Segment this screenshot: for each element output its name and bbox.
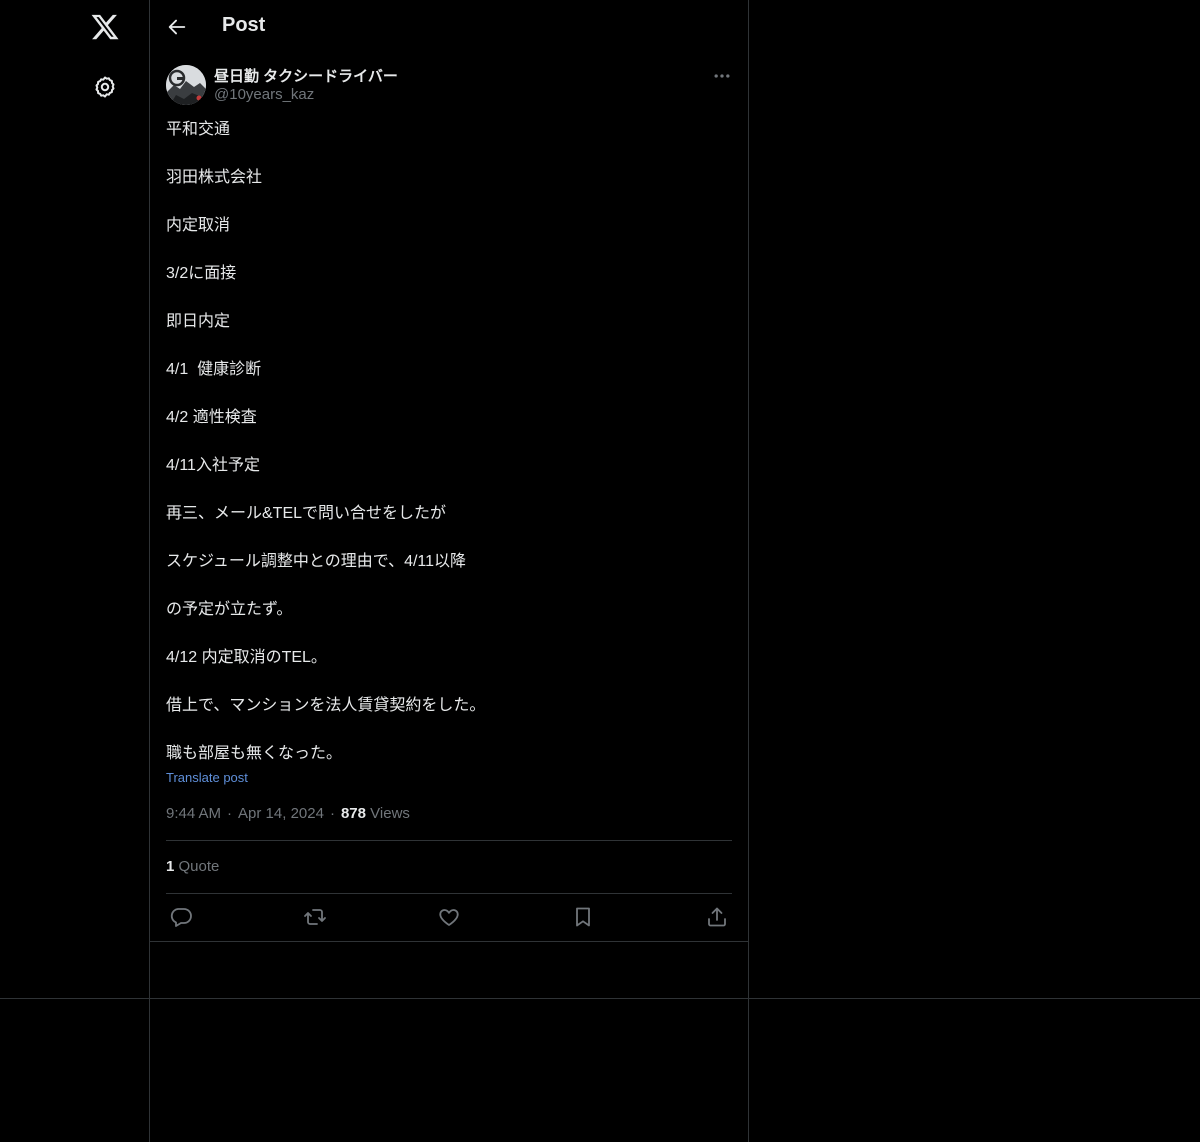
post-date[interactable]: Apr 14, 2024 xyxy=(238,805,324,822)
post-text: 平和交通 羽田株式会社 内定取消 3/2に面接 即日内定 4/1 健康診断 4/… xyxy=(166,118,732,766)
back-arrow-icon[interactable] xyxy=(166,16,188,38)
main-column-divider xyxy=(748,0,749,1142)
post-metadata: 9:44 AM · Apr 14, 2024 · 878 Views xyxy=(166,805,410,822)
post-line: 4/12 内定取消のTEL。 xyxy=(166,649,327,666)
separator-dot: · xyxy=(227,805,233,822)
quotes-count: 1 xyxy=(166,858,175,875)
divider xyxy=(166,840,732,841)
post-line: 羽田株式会社 xyxy=(166,169,263,186)
footer-divider xyxy=(0,998,1200,999)
bookmark-icon[interactable] xyxy=(571,905,595,929)
x-logo-icon[interactable] xyxy=(90,12,120,42)
post-line: 4/2 適性検査 xyxy=(166,409,257,426)
post-line: 4/1 健康診断 xyxy=(166,361,262,378)
quotes-link[interactable]: 1 Quote xyxy=(166,858,219,875)
page-title: Post xyxy=(222,14,266,36)
views-label: Views xyxy=(370,805,410,822)
author-name[interactable]: 昼日勤 タクシードライバー xyxy=(214,65,398,86)
main-bottom-border xyxy=(149,941,749,942)
reply-icon[interactable] xyxy=(169,905,193,929)
post-line: 再三、メール&TELで問い合せをしたが xyxy=(166,505,447,522)
more-options-icon[interactable] xyxy=(712,66,732,86)
nav-divider xyxy=(149,0,150,1142)
like-icon[interactable] xyxy=(437,905,461,929)
gear-icon[interactable] xyxy=(93,75,117,99)
post-line: の予定が立たず。 xyxy=(166,601,293,618)
avatar[interactable] xyxy=(166,65,206,105)
post-time[interactable]: 9:44 AM xyxy=(166,805,221,822)
share-icon[interactable] xyxy=(705,905,729,929)
post-line: 平和交通 xyxy=(166,121,231,138)
divider xyxy=(166,893,732,894)
quotes-label: Quote xyxy=(178,858,220,875)
post-line: 職も部屋も無くなった。 xyxy=(166,745,343,762)
post-line: 即日内定 xyxy=(166,313,231,330)
post-line: 借上で、マンションを法人賃貸契約をした。 xyxy=(166,697,486,714)
post-line: 内定取消 xyxy=(166,217,231,234)
post-line: スケジュール調整中との理由で、4/11以降 xyxy=(166,553,467,570)
post-line: 4/11入社予定 xyxy=(166,457,260,474)
views-count: 878 xyxy=(340,805,366,822)
author-handle[interactable]: @10years_kaz xyxy=(214,86,314,103)
translate-post-link[interactable]: Translate post xyxy=(166,770,248,785)
repost-icon[interactable] xyxy=(303,905,327,929)
separator-dot: · xyxy=(329,805,335,822)
page: Post 昼日勤 タクシードライバー @10years_kaz 平和交通 羽田株… xyxy=(0,0,1200,1142)
post-line: 3/2に面接 xyxy=(166,265,237,282)
